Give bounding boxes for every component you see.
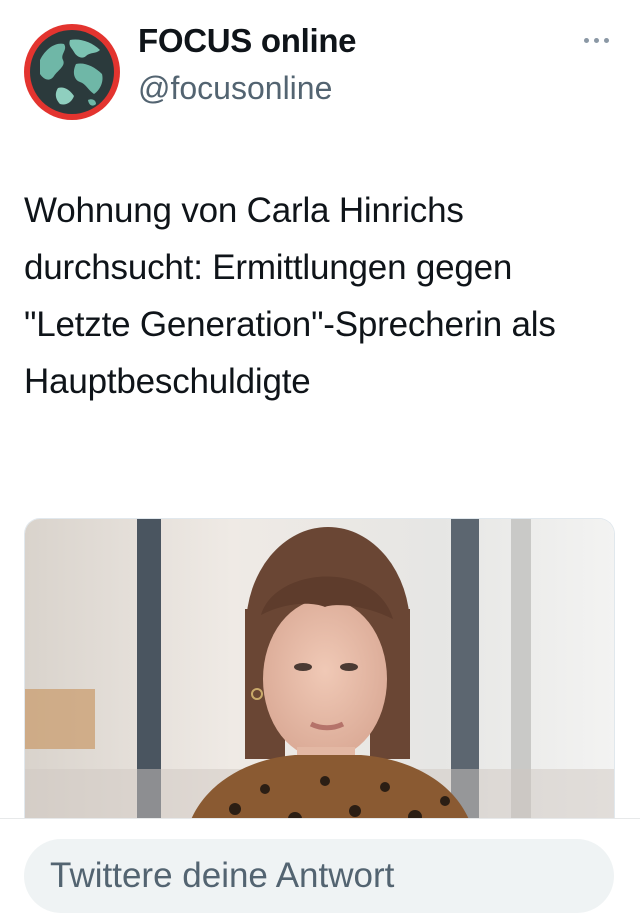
dot bbox=[583, 37, 589, 43]
tweet-header: FOCUS online @focusonline bbox=[0, 0, 640, 130]
more-dots-icon[interactable] bbox=[574, 28, 618, 52]
reply-input[interactable] bbox=[24, 839, 614, 913]
avatar[interactable] bbox=[24, 24, 120, 120]
display-name[interactable]: FOCUS online bbox=[138, 22, 357, 60]
tweet-photo[interactable] bbox=[24, 518, 615, 838]
globe-icon bbox=[30, 30, 114, 114]
reply-bar bbox=[0, 818, 640, 915]
dot bbox=[593, 37, 599, 43]
photo-portrait bbox=[25, 519, 614, 838]
dot bbox=[603, 37, 609, 43]
tweet-text: Wohnung von Carla Hinrichs durchsucht: E… bbox=[24, 191, 556, 401]
account-handle[interactable]: @focusonline bbox=[138, 70, 332, 107]
